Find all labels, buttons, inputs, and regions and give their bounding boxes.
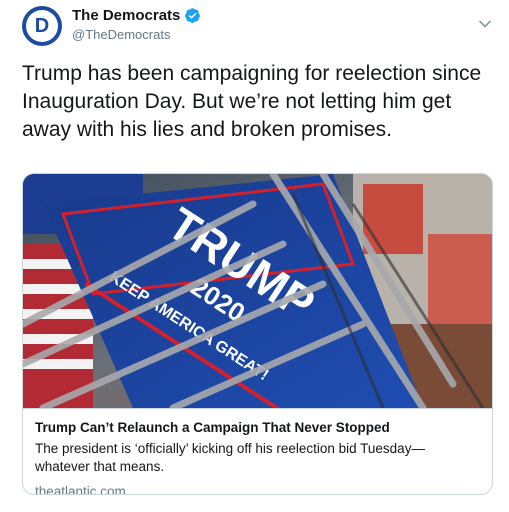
avatar[interactable]: D xyxy=(22,6,62,46)
author-name-row: The Democrats xyxy=(72,7,201,24)
chevron-down-icon[interactable] xyxy=(478,17,492,31)
card-title[interactable]: Trump Can’t Relaunch a Campaign That Nev… xyxy=(35,419,480,437)
display-name[interactable]: The Democrats xyxy=(72,7,180,24)
card-domain[interactable]: theatlantic.com xyxy=(35,483,480,494)
card-image: TRUMP 2020 KEEP AMERICA GREAT! xyxy=(23,174,492,408)
campaign-banner-photo: TRUMP 2020 KEEP AMERICA GREAT! xyxy=(23,174,492,408)
tweet-text: Trump has been campaigning for reelectio… xyxy=(22,62,482,141)
link-preview-card[interactable]: TRUMP 2020 KEEP AMERICA GREAT! xyxy=(22,173,493,495)
avatar-logo: D xyxy=(34,15,50,37)
author-handle[interactable]: @TheDemocrats xyxy=(72,27,170,42)
avatar-ring: D xyxy=(26,10,58,42)
tweet: D The Democrats @TheDemocrats Trump has … xyxy=(0,0,509,512)
card-body: Trump Can’t Relaunch a Campaign That Nev… xyxy=(23,408,492,494)
verified-badge-icon xyxy=(185,8,201,23)
card-description: The president is ‘officially’ kicking of… xyxy=(35,441,425,474)
